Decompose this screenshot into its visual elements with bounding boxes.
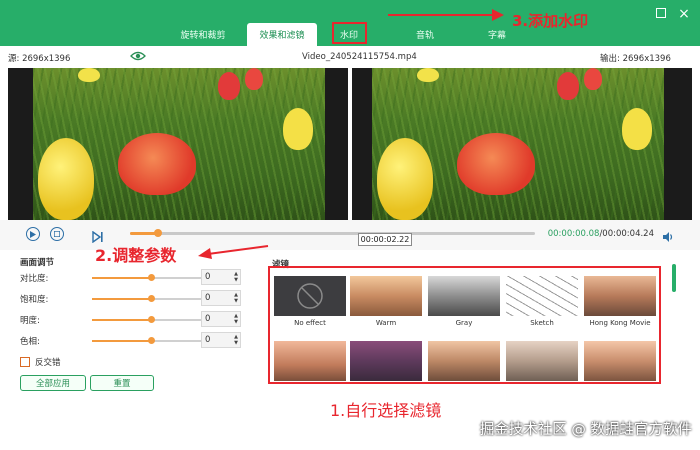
filters-scrollbar[interactable] <box>672 264 676 292</box>
source-resolution: 源: 2696x1396 <box>8 54 71 64</box>
flower <box>457 133 535 195</box>
output-preview <box>352 68 692 220</box>
filter-hong-kong-movie[interactable]: Hong Kong Movie <box>584 276 656 327</box>
close-icon[interactable]: × <box>678 7 690 21</box>
saturation-input[interactable]: 0 ▲ ▼ <box>201 290 241 306</box>
arrow-right-annotation <box>388 9 504 21</box>
current-time-tooltip: 00:00:02.22 <box>358 233 412 246</box>
contrast-slider-handle[interactable] <box>148 274 155 281</box>
spin-arrows-icon[interactable]: ▲ ▼ <box>234 271 238 283</box>
tab-rotate-crop[interactable]: 旋转和裁剪 <box>168 23 238 46</box>
flower <box>118 133 196 195</box>
flower <box>78 68 100 82</box>
saturation-slider-handle[interactable] <box>148 295 155 302</box>
timeline-track[interactable] <box>130 229 535 237</box>
site-watermark: 掘金技术社区 @ 数据蛙官方软件 <box>479 422 692 438</box>
hue-label: 色相: <box>20 337 40 347</box>
info-bar: 源: 2696x1396 Video_240524115754.mp4 输出: … <box>0 46 700 68</box>
maximize-icon[interactable] <box>656 8 666 18</box>
filter-sketch[interactable]: Sketch <box>506 276 578 327</box>
filter-gray[interactable]: Gray <box>428 276 500 327</box>
deinterlace-option[interactable]: 反交错 <box>20 356 61 368</box>
play-icon[interactable] <box>26 227 40 241</box>
filter-no-effect[interactable]: No effect <box>274 276 346 327</box>
arrow-left-annotation <box>198 245 269 259</box>
filter-item[interactable] <box>584 341 656 381</box>
flower <box>622 108 652 150</box>
video-filename: Video_240524115754.mp4 <box>302 52 417 62</box>
brightness-input[interactable]: 0 ▲ ▼ <box>201 311 241 327</box>
saturation-slider[interactable] <box>92 295 210 302</box>
tab-effects-filters[interactable]: 效果和滤镜 <box>247 23 317 46</box>
flower <box>218 72 240 100</box>
brightness-label: 明度: <box>20 316 40 326</box>
watermark-tab-highlight <box>332 22 367 44</box>
filter-item[interactable] <box>350 341 422 381</box>
filter-item[interactable] <box>274 341 346 381</box>
flower <box>417 68 439 82</box>
adjustments-title: 画面调节 <box>20 258 55 268</box>
flower <box>38 138 94 220</box>
brightness-slider[interactable] <box>92 316 210 323</box>
spin-arrows-icon[interactable]: ▲ ▼ <box>234 292 238 304</box>
brightness-slider-handle[interactable] <box>148 316 155 323</box>
no-effect-icon <box>297 283 323 309</box>
source-preview <box>8 68 348 220</box>
output-video-frame <box>372 68 664 220</box>
filter-warm[interactable]: Warm <box>350 276 422 327</box>
deinterlace-label: 反交错 <box>35 358 61 368</box>
hue-slider[interactable] <box>92 337 210 344</box>
time-display: 00:00:00.08/00:00:04.24 <box>548 229 654 239</box>
filter-item[interactable] <box>428 341 500 381</box>
hue-input[interactable]: 0 ▲ ▼ <box>201 332 241 348</box>
elapsed-time: 00:00:00.08 <box>547 229 600 239</box>
timeline-handle[interactable] <box>154 229 163 237</box>
flower <box>245 68 263 90</box>
deinterlace-checkbox[interactable] <box>20 357 30 367</box>
filter-grid: No effect Warm Gray Sketch Hong Kong Mov… <box>268 266 661 384</box>
tab-subtitles[interactable]: 字幕 <box>477 23 517 46</box>
flower <box>377 138 433 220</box>
contrast-row: 对比度: 0 ▲ ▼ <box>20 269 241 287</box>
contrast-slider[interactable] <box>92 274 210 281</box>
source-video-frame <box>33 68 325 220</box>
spin-arrows-icon[interactable]: ▲ ▼ <box>234 313 238 325</box>
flower <box>584 68 602 90</box>
step1-annotation: 1.自行选择滤镜 <box>330 401 442 420</box>
hue-row: 色相: 0 ▲ ▼ <box>20 332 241 350</box>
hue-slider-handle[interactable] <box>148 337 155 344</box>
saturation-row: 饱和度: 0 ▲ ▼ <box>20 290 241 308</box>
eye-icon[interactable] <box>130 50 146 65</box>
video-editor-window: 旋转和裁剪 效果和滤镜 水印 音轨 字幕 × 源: 2696x1396 Vide… <box>0 0 700 450</box>
contrast-label: 对比度: <box>20 274 49 284</box>
output-resolution: 输出: 2696x1396 <box>600 54 671 64</box>
saturation-label: 饱和度: <box>20 295 49 305</box>
apply-all-button[interactable]: 全部应用 <box>20 375 86 391</box>
step2-annotation: 2.调整参数 <box>95 246 177 265</box>
flower <box>283 108 313 150</box>
step3-annotation: 3.添加水印 <box>512 12 589 30</box>
volume-icon[interactable] <box>662 228 674 247</box>
spin-arrows-icon[interactable]: ▲ ▼ <box>234 334 238 346</box>
filter-item[interactable] <box>506 341 578 381</box>
reset-button[interactable]: 重置 <box>90 375 154 391</box>
contrast-input[interactable]: 0 ▲ ▼ <box>201 269 241 285</box>
flower <box>557 72 579 100</box>
stop-icon[interactable] <box>50 227 64 241</box>
brightness-row: 明度: 0 ▲ ▼ <box>20 311 241 329</box>
tab-audio-track[interactable]: 音轨 <box>405 23 445 46</box>
total-time: /00:00:04.24 <box>599 229 654 239</box>
